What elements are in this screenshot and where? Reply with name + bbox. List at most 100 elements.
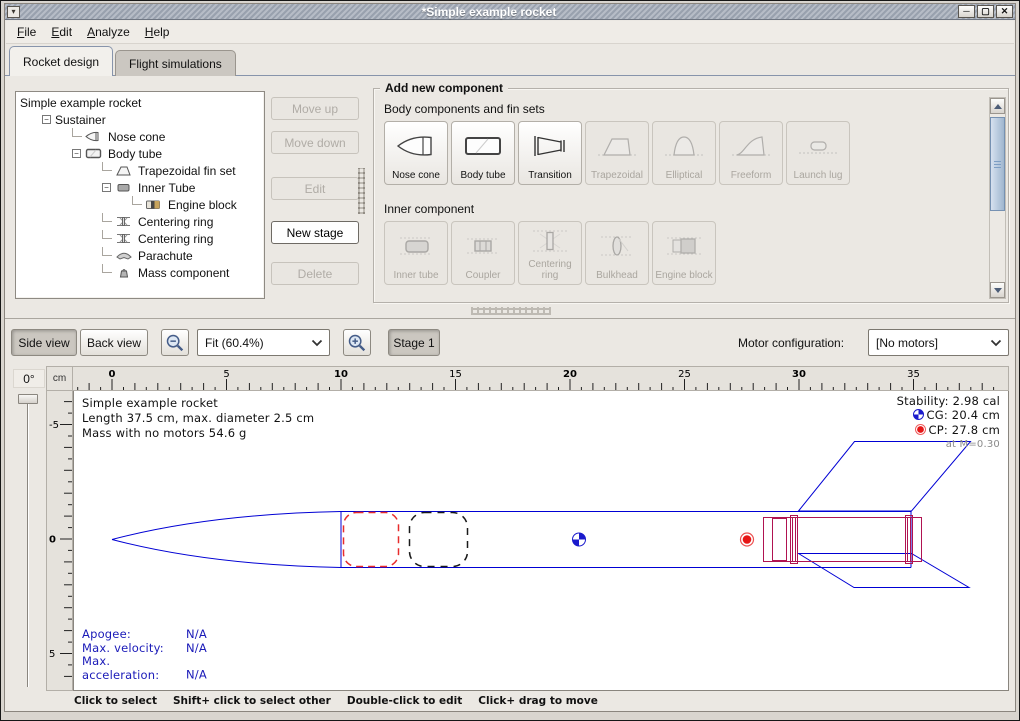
component-button-label: Elliptical xyxy=(666,170,703,181)
add-nose-cone-button[interactable]: Nose cone xyxy=(384,121,448,185)
horizontal-splitter[interactable] xyxy=(471,307,551,315)
slider-handle[interactable] xyxy=(18,394,38,404)
tree-item-inner-tube[interactable]: −Inner Tube xyxy=(16,179,264,196)
tree-item-simple-example-rocket[interactable]: Simple example rocket xyxy=(16,94,264,111)
engine-block-outline[interactable] xyxy=(773,519,787,561)
motor-configuration-select[interactable]: [No motors] xyxy=(868,329,1009,356)
tree-item-label: Sustainer xyxy=(55,113,106,127)
body-tube-outline[interactable] xyxy=(341,512,911,568)
zoom-select[interactable]: Fit (60.4%) xyxy=(197,329,330,356)
component-button-label: Nose cone xyxy=(392,170,440,181)
component-scrollbar[interactable] xyxy=(989,97,1006,299)
inner-tube-outline[interactable] xyxy=(764,518,922,562)
tree-collapse-toggle[interactable]: − xyxy=(102,183,111,192)
component-groups: Body components and fin setsNose coneBod… xyxy=(374,89,1008,285)
add-engine-block-button[interactable]: Engine block xyxy=(652,221,716,285)
menu-edit[interactable]: Edit xyxy=(45,22,81,42)
tree-collapse-toggle[interactable]: − xyxy=(42,115,51,124)
cp-legend: CP: 27.8 cm xyxy=(897,423,1000,438)
coupler-icon xyxy=(461,222,505,270)
rocket-name-line: Simple example rocket xyxy=(82,396,314,411)
cp-marker[interactable] xyxy=(741,533,754,546)
transition-icon xyxy=(528,122,572,170)
tree-connector xyxy=(132,196,142,205)
new-stage-button[interactable]: New stage xyxy=(271,221,359,244)
svg-text:-5: -5 xyxy=(49,420,59,431)
tree-item-label: Parachute xyxy=(138,249,193,263)
rocket-figure-canvas[interactable]: Simple example rocket Length 37.5 cm, ma… xyxy=(73,391,1009,691)
svg-text:0: 0 xyxy=(49,535,56,546)
vertical-splitter[interactable] xyxy=(358,168,365,214)
menu-help[interactable]: Help xyxy=(139,22,179,42)
scroll-down-button[interactable] xyxy=(990,282,1005,298)
tree-connector xyxy=(102,264,112,273)
tree-connector xyxy=(72,128,82,137)
rocket-dimensions-line: Length 37.5 cm, max. diameter 2.5 cm xyxy=(82,411,314,426)
nose-cone-icon xyxy=(394,122,438,170)
tree-item-parachute[interactable]: Parachute xyxy=(16,247,264,264)
component-button-label: Coupler xyxy=(465,270,500,281)
tab-bar: Rocket designFlight simulations xyxy=(9,46,238,76)
stability-info: Stability: 2.98 cal CG: 20.4 cm CP: 27.8… xyxy=(897,394,1000,452)
add-transition-button[interactable]: Transition xyxy=(518,121,582,185)
mass-component-outline[interactable] xyxy=(410,513,468,567)
add-elliptical-button[interactable]: Elliptical xyxy=(652,121,716,185)
nose-cone-outline[interactable] xyxy=(112,512,341,568)
add-coupler-button[interactable]: Coupler xyxy=(451,221,515,285)
tab-flight-simulations[interactable]: Flight simulations xyxy=(115,50,236,76)
engine-block-icon xyxy=(662,222,706,270)
rotation-slider[interactable] xyxy=(15,391,41,689)
titlebar[interactable]: ▾ *Simple example rocket ─ ▢ ✕ xyxy=(5,4,1015,20)
menu-file[interactable]: File xyxy=(11,22,45,42)
edit-button[interactable]: Edit xyxy=(271,177,359,200)
stage-1-toggle[interactable]: Stage 1 xyxy=(388,329,440,356)
add-bulkhead-button[interactable]: Bulkhead xyxy=(585,221,649,285)
side-view-toggle[interactable]: Side view xyxy=(11,329,77,356)
zoom-in-button[interactable] xyxy=(343,329,371,356)
horizontal-ruler: 05101520253035 xyxy=(73,366,1009,391)
cg-marker[interactable] xyxy=(573,533,586,546)
fin-bottom-outline[interactable] xyxy=(799,554,970,588)
add-launch-lug-button[interactable]: Launch lug xyxy=(786,121,850,185)
tree-collapse-toggle[interactable]: − xyxy=(72,149,81,158)
add-freeform-button[interactable]: Freeform xyxy=(719,121,783,185)
close-button[interactable]: ✕ xyxy=(996,5,1013,18)
add-centering-ring-button[interactable]: Centering ring xyxy=(518,221,582,285)
status-hint: Click to select xyxy=(74,695,157,707)
tab-rocket-design[interactable]: Rocket design xyxy=(9,46,113,76)
add-trapezoidal-button[interactable]: Trapezoidal xyxy=(585,121,649,185)
add-inner-tube-button[interactable]: Inner tube xyxy=(384,221,448,285)
app-icon-glyph: ▾ xyxy=(11,8,15,16)
tree-item-mass-component[interactable]: Mass component xyxy=(16,264,264,281)
component-tree[interactable]: Simple example rocket−SustainerNose cone… xyxy=(15,91,265,299)
maximize-button[interactable]: ▢ xyxy=(977,5,994,18)
scroll-up-button[interactable] xyxy=(990,98,1005,114)
tree-connector xyxy=(102,213,112,222)
component-button-label: Inner tube xyxy=(393,270,438,281)
component-button-label: Transition xyxy=(528,170,572,181)
tree-item-body-tube[interactable]: −Body tube xyxy=(16,145,264,162)
parachute-outline[interactable] xyxy=(344,513,399,567)
tree-item-trapezoidal-fin-set[interactable]: Trapezoidal fin set xyxy=(16,162,264,179)
minimize-button[interactable]: ─ xyxy=(958,5,975,18)
centering-ring-1[interactable] xyxy=(791,516,798,564)
tree-item-nose-cone[interactable]: Nose cone xyxy=(16,128,264,145)
zoom-out-button[interactable] xyxy=(161,329,189,356)
tree-item-centering-ring[interactable]: Centering ring xyxy=(16,213,264,230)
rotation-angle-label: 0° xyxy=(13,369,45,388)
add-body-tube-button[interactable]: Body tube xyxy=(451,121,515,185)
tree-item-engine-block[interactable]: Engine block xyxy=(16,196,264,213)
app-menu-icon[interactable]: ▾ xyxy=(7,6,20,18)
scrollbar-thumb[interactable] xyxy=(990,117,1005,211)
tree-item-centering-ring[interactable]: Centering ring xyxy=(16,230,264,247)
component-button-label: Trapezoidal xyxy=(591,170,643,181)
back-view-toggle[interactable]: Back view xyxy=(80,329,148,356)
flight-row-apogee: Apogee:N/A xyxy=(82,628,207,642)
tree-item-sustainer[interactable]: −Sustainer xyxy=(16,111,264,128)
menu-analyze[interactable]: Analyze xyxy=(81,22,139,42)
move-up-button[interactable]: Move up xyxy=(271,97,359,120)
status-bar: Click to selectShift+ click to select ot… xyxy=(74,695,598,707)
delete-button[interactable]: Delete xyxy=(271,262,359,285)
move-down-button[interactable]: Move down xyxy=(271,131,359,154)
window-controls: ─ ▢ ✕ xyxy=(958,5,1013,18)
